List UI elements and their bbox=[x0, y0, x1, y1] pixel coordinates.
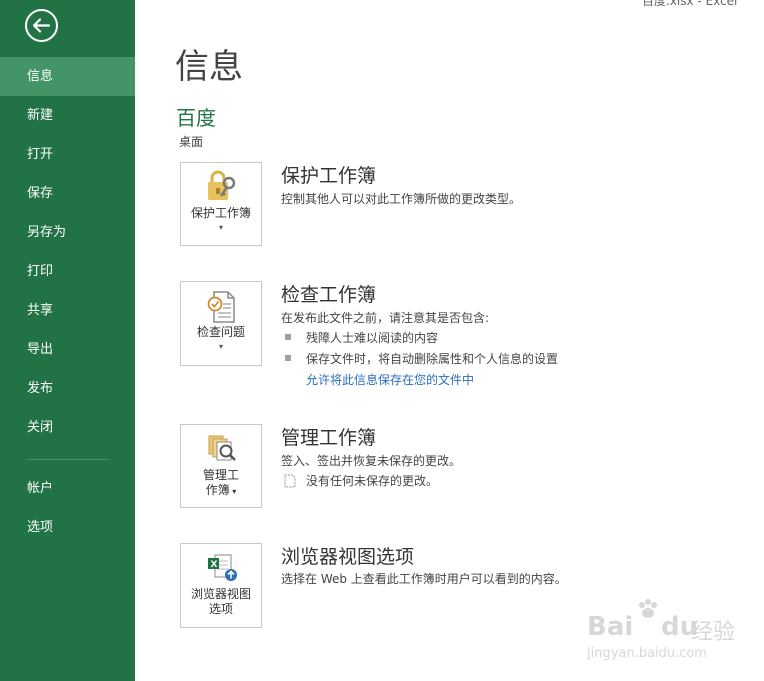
sidebar-item-account[interactable]: 帐户 bbox=[0, 469, 135, 508]
inspect-workbook-desc: 在发布此文件之前，请注意其是否包含: bbox=[281, 311, 490, 325]
allow-save-info-link[interactable]: 允许将此信息保存在您的文件中 bbox=[306, 371, 474, 388]
browser-view-title: 浏览器视图选项 bbox=[281, 546, 415, 568]
sidebar-item-new[interactable]: 新建 bbox=[0, 96, 135, 135]
inspect-document-icon bbox=[207, 291, 235, 323]
chevron-down-icon: ▾ bbox=[218, 223, 223, 232]
window-title: 百度.xlsx - Excel bbox=[642, 0, 738, 8]
document-icon bbox=[284, 474, 296, 488]
chevron-down-icon: ▾ bbox=[229, 487, 237, 496]
document-name: 百度 bbox=[176, 106, 216, 130]
page-title: 信息 bbox=[175, 47, 243, 87]
browser-view-tile-label-line2: 选项 bbox=[208, 602, 233, 616]
check-issues-button[interactable]: 检查问题 ▾ bbox=[180, 281, 262, 366]
protect-workbook-button[interactable]: 保护工作簿 ▾ bbox=[180, 162, 262, 246]
sidebar-item-export[interactable]: 导出 bbox=[0, 330, 135, 369]
bullet-icon bbox=[285, 334, 291, 340]
check-issues-tile-label: 检查问题 bbox=[196, 325, 245, 339]
paw-icon bbox=[639, 599, 657, 618]
sidebar-item-options[interactable]: 选项 bbox=[0, 508, 135, 547]
inspect-item-accessibility: 残障人士难以阅读的内容 bbox=[306, 331, 439, 345]
chevron-down-icon: ▾ bbox=[218, 342, 223, 351]
watermark-url: jingyan.baidu.com bbox=[587, 646, 707, 661]
sidebar-item-save-as[interactable]: 另存为 bbox=[0, 213, 135, 252]
manage-workbook-desc: 签入、签出并恢复未保存的更改。 bbox=[281, 454, 462, 468]
inspect-workbook-title: 检查工作簿 bbox=[281, 284, 377, 306]
baidu-jingyan-watermark: Bai du 经验 jingyan.baidu.com bbox=[585, 598, 735, 668]
manage-workbook-title: 管理工作簿 bbox=[281, 427, 377, 449]
inspect-item-properties: 保存文件时，将自动删除属性和个人信息的设置 bbox=[306, 352, 559, 366]
manage-workbook-tile-label-line1: 管理工 bbox=[202, 468, 239, 482]
browser-view-icon: X bbox=[208, 554, 237, 581]
sidebar-item-close[interactable]: 关闭 bbox=[0, 408, 135, 447]
protect-workbook-desc: 控制其他人可以对此工作簿所做的更改类型。 bbox=[281, 192, 522, 206]
protect-workbook-tile-label: 保护工作簿 bbox=[190, 206, 251, 220]
watermark-brand: Bai bbox=[587, 612, 634, 642]
sidebar-item-info[interactable]: 信息 bbox=[0, 57, 135, 96]
svg-text:X: X bbox=[211, 560, 218, 570]
browser-view-options-button[interactable]: X 浏览器视图 选项 bbox=[180, 543, 262, 628]
bullet-icon bbox=[285, 355, 291, 361]
sidebar-item-open[interactable]: 打开 bbox=[0, 135, 135, 174]
sidebar-item-publish[interactable]: 发布 bbox=[0, 369, 135, 408]
lock-key-icon bbox=[208, 170, 236, 200]
sidebar-divider bbox=[27, 459, 109, 460]
sidebar-item-print[interactable]: 打印 bbox=[0, 252, 135, 291]
back-button[interactable] bbox=[24, 8, 59, 43]
browser-view-desc: 选择在 Web 上查看此工作簿时用户可以看到的内容。 bbox=[281, 572, 567, 586]
document-location: 桌面 bbox=[179, 135, 204, 149]
sidebar-item-share[interactable]: 共享 bbox=[0, 291, 135, 330]
backstage-sidebar: 信息 新建 打开 保存 另存为 打印 共享 导出 发布 关闭 帐户 选项 bbox=[0, 0, 135, 681]
sidebar-item-save[interactable]: 保存 bbox=[0, 174, 135, 213]
protect-workbook-title: 保护工作簿 bbox=[281, 165, 377, 187]
browser-view-tile-label-line1: 浏览器视图 bbox=[190, 587, 251, 601]
manage-workbook-icon bbox=[208, 435, 236, 461]
back-arrow-icon bbox=[25, 9, 58, 42]
manage-workbook-tile-label-line2-row: 作簿 ▾ bbox=[181, 483, 261, 499]
manage-workbook-tile-label-line2: 作簿 bbox=[205, 483, 230, 497]
unsaved-changes-note: 没有任何未保存的更改。 bbox=[306, 474, 439, 488]
manage-workbook-button[interactable]: 管理工 作簿 ▾ bbox=[180, 424, 262, 508]
watermark-cn: 经验 bbox=[691, 620, 736, 645]
